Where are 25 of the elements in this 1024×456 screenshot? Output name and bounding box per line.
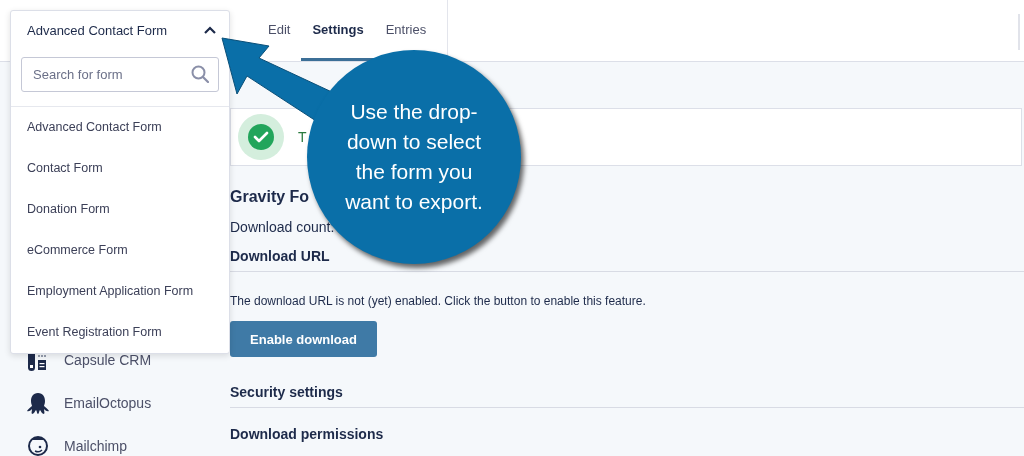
dropdown-option[interactable]: eCommerce Form: [11, 230, 229, 271]
sidebar-item[interactable]: Mailchimp: [0, 424, 230, 456]
section-heading: Download permissions: [230, 426, 384, 442]
chevron-icon: [203, 25, 217, 35]
notice-text: T: [298, 129, 307, 145]
description-text: The download URL is not (yet) enabled. Click the button to enable this feature.: [230, 294, 646, 308]
enable-download-button[interactable]: Enable download: [230, 321, 377, 357]
dropdown-option[interactable]: Employment Application Form: [11, 271, 229, 312]
dropdown-option[interactable]: Advanced Contact Form: [11, 107, 229, 148]
callout-text: Use the drop-down to select the form you want to export.: [344, 99, 484, 215]
octopus-icon: [26, 390, 50, 415]
chimp-head-icon: [26, 433, 50, 456]
search-field[interactable]: Search for form: [21, 57, 219, 92]
dropdown-option[interactable]: Donation Form: [11, 189, 229, 230]
tab[interactable]: Edit: [257, 0, 302, 61]
section-heading: Gravity Fo: [230, 188, 310, 206]
dropdown-option[interactable]: Event Registration Form: [11, 312, 229, 353]
search-icon: [191, 65, 209, 83]
check-circle-icon: [238, 114, 284, 160]
dropdown-value: Advanced Contact Form: [27, 22, 168, 38]
sidebar-item[interactable]: EmailOctopus: [0, 381, 230, 424]
form-dropdown[interactable]: Advanced Contact Form Search for form Advanced Contact Form Contact Form Donation Form eCommerce Form Employment Application Form Event Registration Form: [10, 10, 230, 354]
dropdown-option[interactable]: Contact Form: [11, 148, 229, 189]
download-count-label: Download count:: [230, 219, 335, 235]
section-heading: Security settings: [230, 384, 1024, 408]
